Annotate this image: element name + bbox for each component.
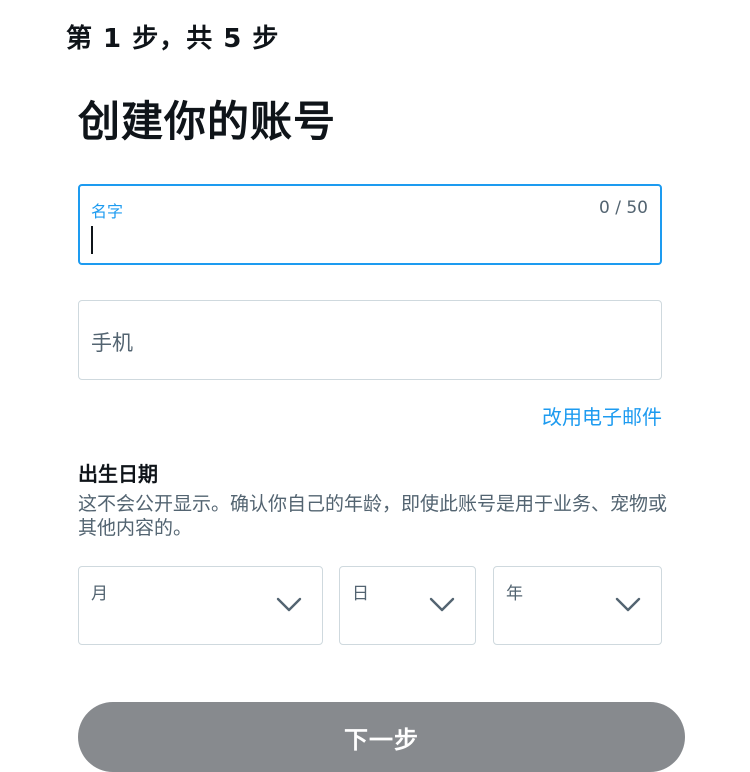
use-email-link[interactable]: 改用电子邮件 (542, 401, 662, 430)
name-char-counter: 0 / 50 (599, 198, 648, 218)
year-label: 年 (506, 584, 523, 604)
month-select[interactable]: 月 (78, 566, 323, 645)
phone-placeholder: 手机 (91, 331, 133, 355)
day-select[interactable]: 日 (339, 566, 476, 645)
chevron-down-icon (615, 597, 641, 612)
month-label: 月 (91, 584, 108, 604)
text-cursor (91, 226, 93, 254)
step-indicator: 第 1 步，共 5 步 (66, 24, 280, 54)
name-field-label: 名字 (91, 202, 124, 221)
chevron-down-icon (429, 597, 455, 612)
day-label: 日 (352, 584, 369, 604)
next-button[interactable]: 下一步 (78, 702, 685, 772)
year-select[interactable]: 年 (493, 566, 662, 645)
dob-heading: 出生日期 (78, 462, 158, 486)
name-input[interactable]: 名字 0 / 50 (78, 184, 662, 265)
phone-input[interactable]: 手机 (78, 300, 662, 380)
dob-description: 这不会公开显示。确认你自己的年龄，即使此账号是用于业务、宠物或其他内容的。 (78, 493, 668, 539)
chevron-down-icon (276, 597, 302, 612)
page-title: 创建你的账号 (78, 97, 337, 146)
